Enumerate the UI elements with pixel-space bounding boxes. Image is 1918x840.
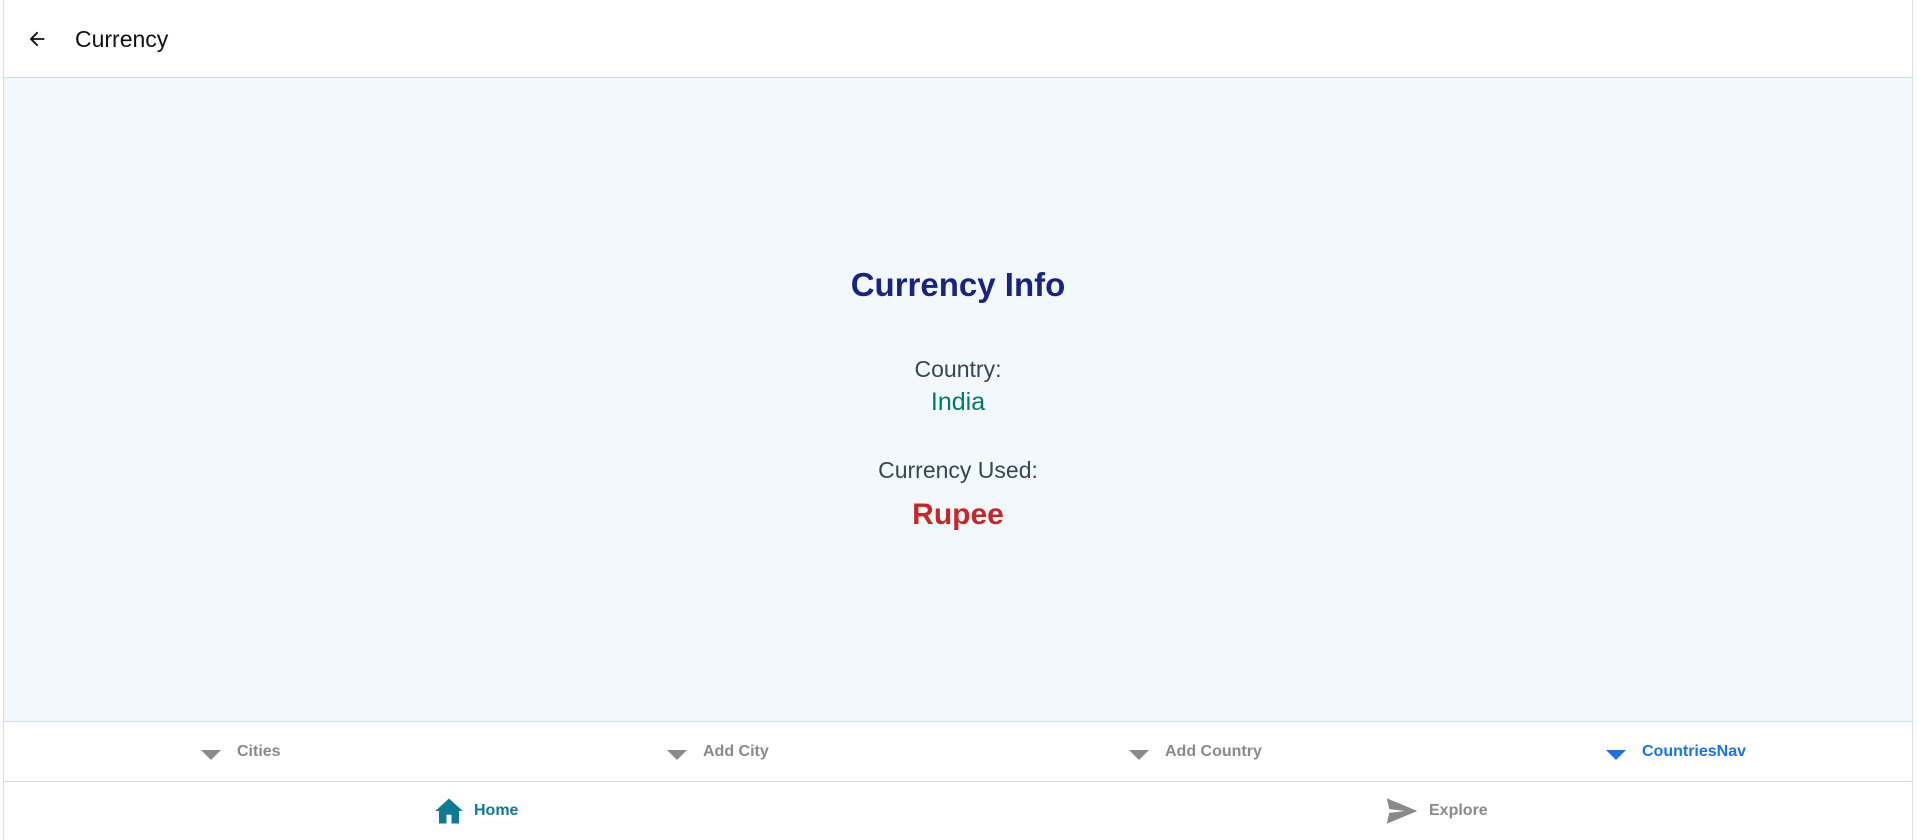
arrow-left-icon <box>29 31 45 47</box>
tab-label: Add City <box>703 742 769 760</box>
home-icon <box>435 798 463 824</box>
caret-down-icon <box>1129 749 1149 760</box>
tab-add-country[interactable]: Add Country <box>1129 722 1262 781</box>
nav-home[interactable]: Home <box>434 782 518 840</box>
country-value: India <box>930 388 986 416</box>
country-label: Country: <box>914 356 1002 382</box>
app-bar: Currency <box>4 0 1912 78</box>
nav-label: Explore <box>1429 802 1488 819</box>
caret-down-icon <box>667 749 687 760</box>
nav-explore[interactable]: Explore <box>1385 782 1488 840</box>
caret-down-icon <box>1606 749 1626 760</box>
page-title: Currency <box>75 26 169 52</box>
currency-info-heading: Currency Info <box>850 266 1066 303</box>
send-icon <box>1386 798 1418 824</box>
tab-cities[interactable]: Cities <box>201 722 281 781</box>
currency-value: Rupee <box>912 498 1004 531</box>
top-tab-bar: Cities Add City Add Country CountriesNav <box>4 721 1912 782</box>
caret-down-icon <box>201 749 221 760</box>
app-window: Currency Currency Info Country: India Cu… <box>3 0 1913 840</box>
currency-used-label: Currency Used: <box>878 457 1038 483</box>
nav-label: Home <box>474 802 519 819</box>
currency-info-panel: Currency Info Country: India Currency Us… <box>4 78 1912 721</box>
tab-add-city[interactable]: Add City <box>667 722 769 781</box>
tab-label: Cities <box>237 742 281 760</box>
back-button[interactable] <box>22 24 52 54</box>
bottom-navigation: Home Explore <box>4 782 1912 840</box>
tab-label: Add Country <box>1165 742 1262 760</box>
tab-label: CountriesNav <box>1642 742 1747 760</box>
tab-countries-nav[interactable]: CountriesNav <box>1606 722 1746 781</box>
